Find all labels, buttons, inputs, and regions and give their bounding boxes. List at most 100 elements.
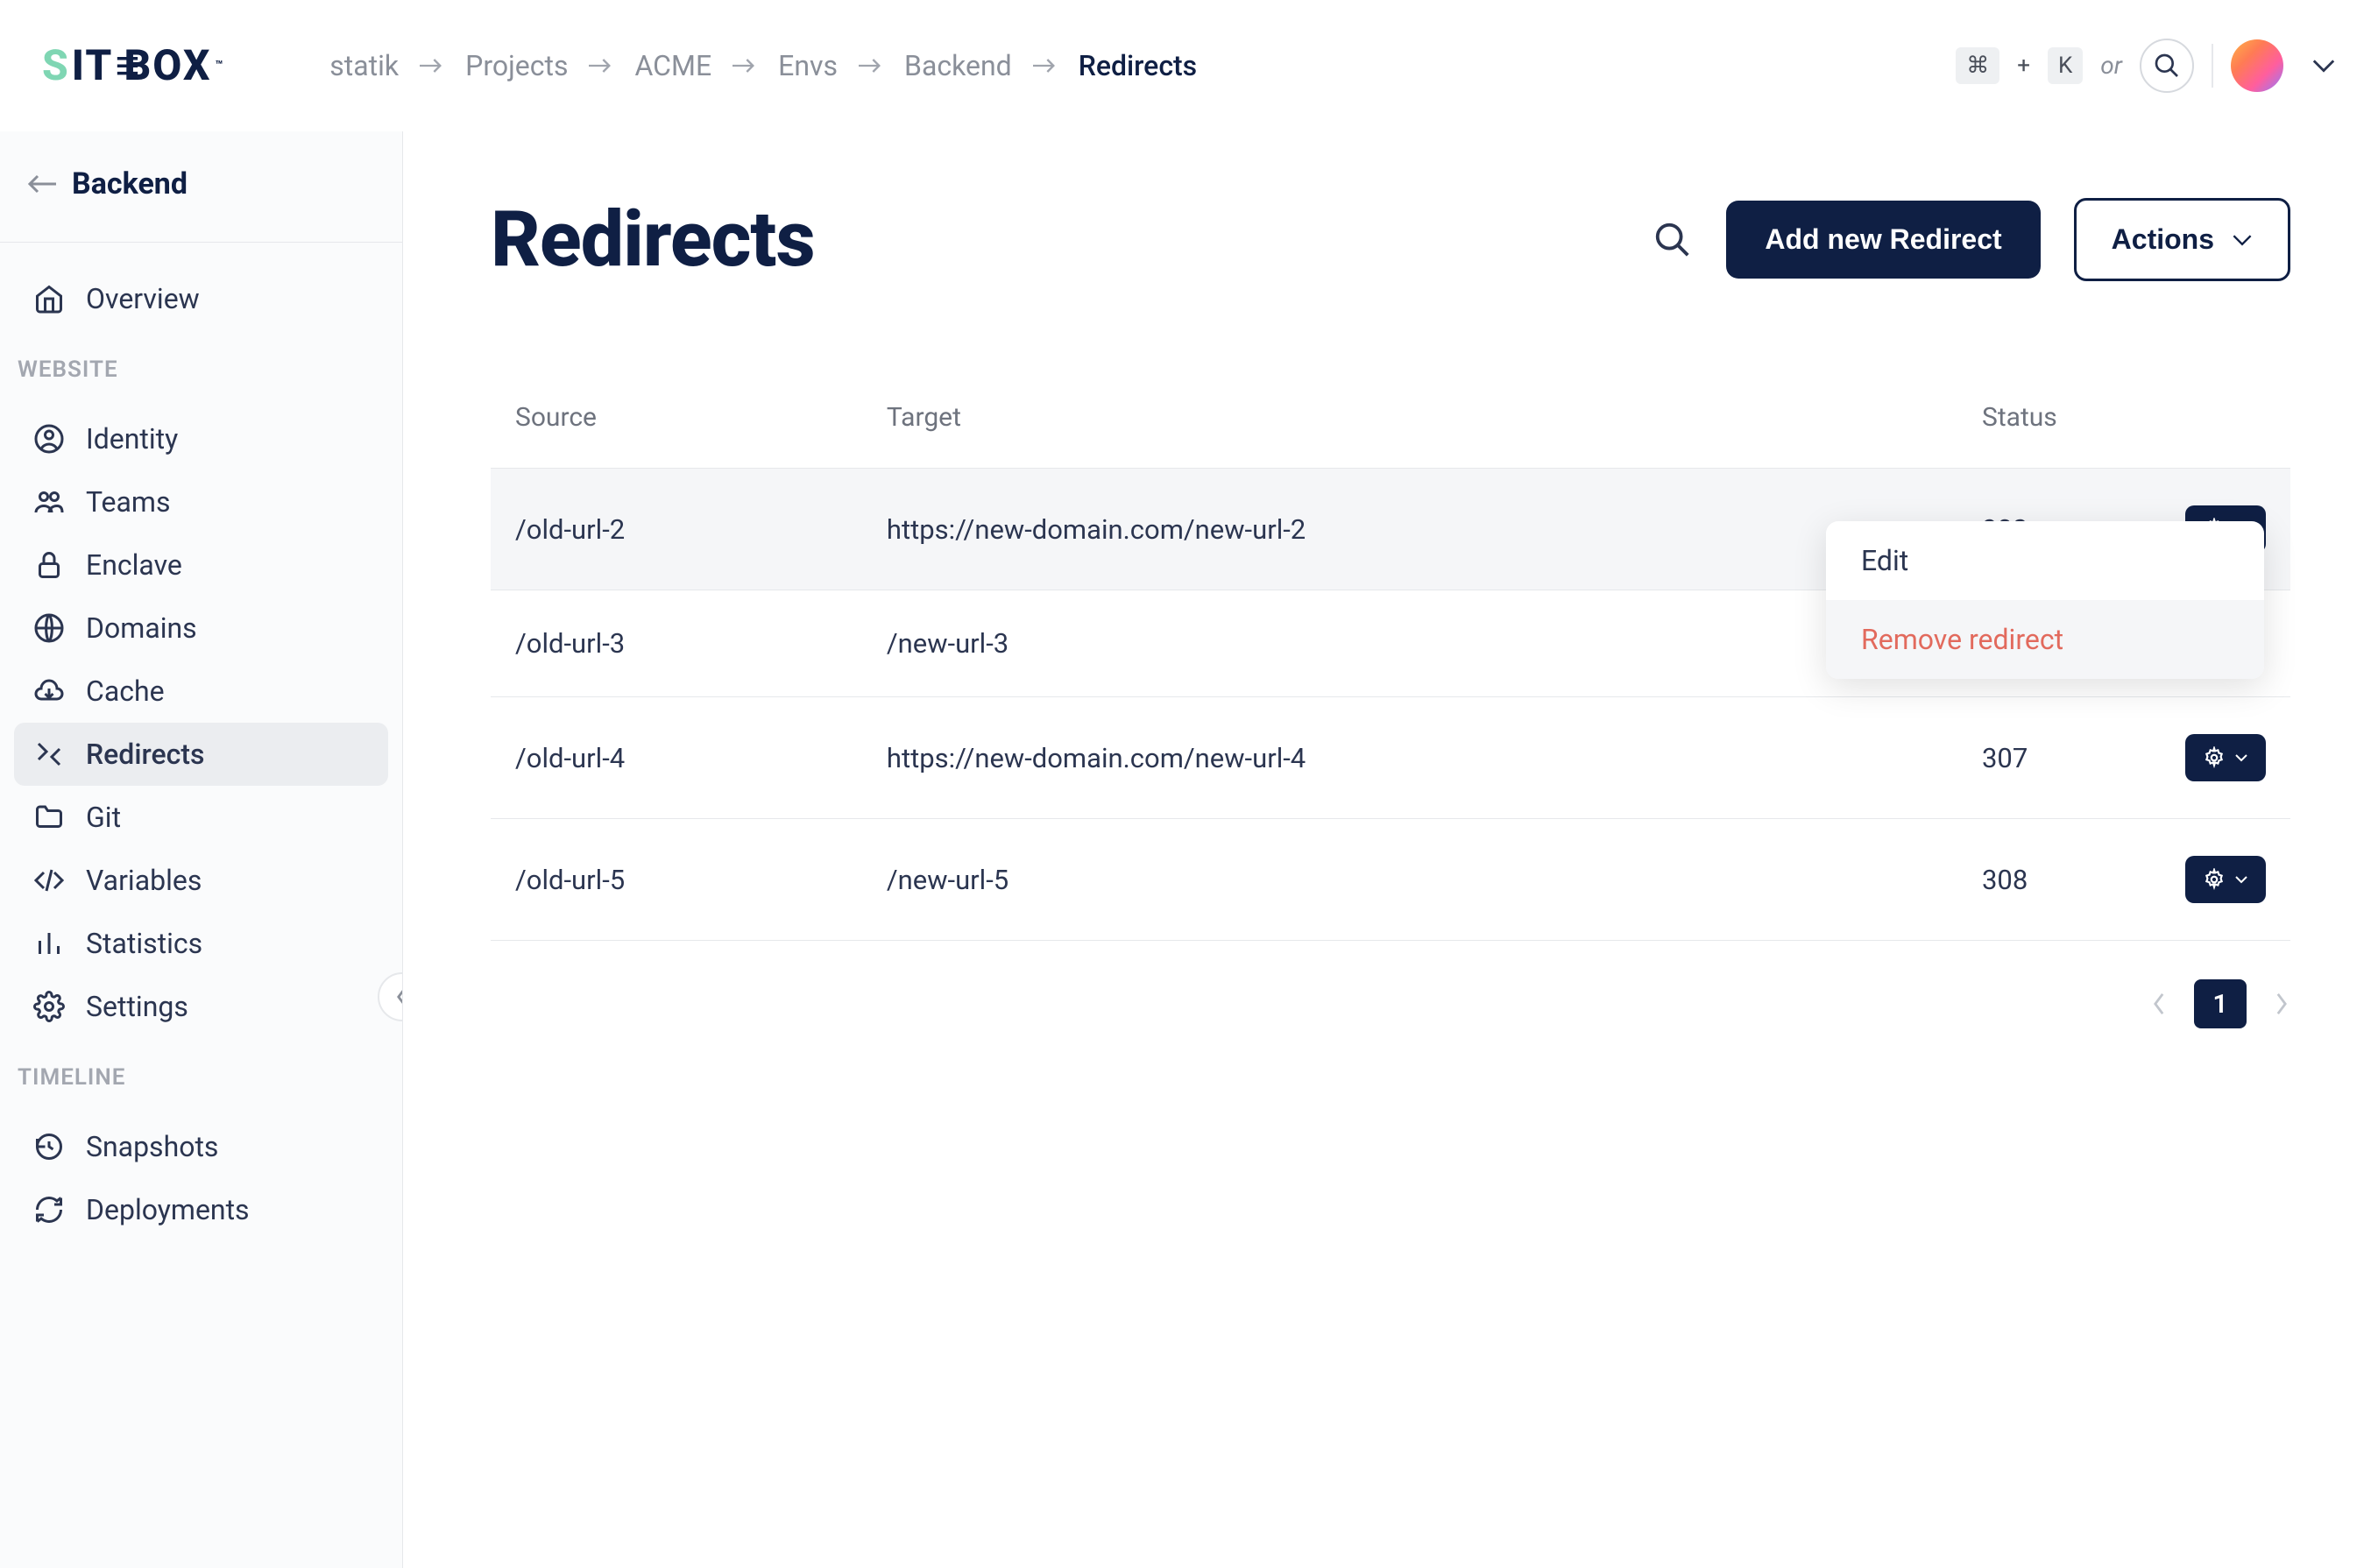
nav-git[interactable]: Git bbox=[14, 786, 388, 849]
chevron-left-icon bbox=[393, 985, 403, 1009]
nav-deployments[interactable]: Deployments bbox=[14, 1178, 388, 1241]
dropdown-edit[interactable]: Edit bbox=[1826, 521, 2264, 600]
bar-chart-icon bbox=[32, 926, 67, 961]
logo-text-e: ≡ bbox=[115, 40, 122, 90]
nav-teams[interactable]: Teams bbox=[14, 470, 388, 533]
page-number-current[interactable]: 1 bbox=[2194, 979, 2247, 1028]
logo-tm: ™ bbox=[215, 59, 224, 73]
logo-text-box: BOX bbox=[124, 40, 211, 90]
breadcrumb-item-redirects[interactable]: Redirects bbox=[1079, 49, 1197, 82]
gear-icon bbox=[2203, 746, 2226, 769]
cloud-download-icon bbox=[32, 674, 67, 709]
col-actions bbox=[2133, 381, 2290, 469]
code-icon bbox=[32, 863, 67, 898]
breadcrumb-item-backend[interactable]: Backend bbox=[904, 49, 1012, 82]
gear-icon bbox=[32, 989, 67, 1024]
dropdown-remove[interactable]: Remove redirect bbox=[1826, 600, 2264, 679]
refresh-icon bbox=[32, 1192, 67, 1227]
col-status: Status bbox=[1957, 381, 2133, 469]
nav-label: Deployments bbox=[86, 1193, 250, 1226]
nav-domains[interactable]: Domains bbox=[14, 597, 388, 660]
chevron-down-icon bbox=[2232, 233, 2253, 247]
nav-label: Identity bbox=[86, 422, 178, 456]
or-text: or bbox=[2100, 51, 2122, 80]
nav-identity[interactable]: Identity bbox=[14, 407, 388, 470]
cell-source: /old-url-5 bbox=[491, 819, 862, 941]
nav-cache[interactable]: Cache bbox=[14, 660, 388, 723]
search-icon[interactable] bbox=[1653, 220, 1693, 260]
row-action-dropdown: Edit Remove redirect bbox=[1826, 521, 2264, 679]
row-action-button[interactable] bbox=[2185, 856, 2266, 903]
arrow-right-icon bbox=[589, 57, 613, 74]
search-button[interactable] bbox=[2140, 39, 2194, 93]
globe-icon bbox=[32, 611, 67, 646]
nav-label: Teams bbox=[86, 485, 171, 519]
nav-overview[interactable]: Overview bbox=[14, 267, 388, 330]
table-row[interactable]: /old-url-5 /new-url-5 308 bbox=[491, 819, 2290, 941]
cell-target: /new-url-3 bbox=[862, 590, 1957, 697]
pagination: 1 bbox=[491, 979, 2290, 1028]
nav-label: Enclave bbox=[86, 548, 182, 582]
breadcrumb-item-statik[interactable]: statik bbox=[329, 49, 399, 82]
cell-status: 308 bbox=[1957, 819, 2133, 941]
plus-sign: + bbox=[2017, 53, 2030, 79]
nav-variables[interactable]: Variables bbox=[14, 849, 388, 912]
nav-section-timeline: TIMELINE bbox=[14, 1038, 388, 1115]
nav-label: Git bbox=[86, 801, 121, 834]
main-content: Redirects Add new Redirect Actions Sourc… bbox=[403, 131, 2378, 1568]
breadcrumb-item-envs[interactable]: Envs bbox=[778, 49, 838, 82]
add-redirect-button[interactable]: Add new Redirect bbox=[1726, 201, 2040, 279]
nav-label: Redirects bbox=[86, 738, 204, 771]
cell-status: 307 bbox=[1957, 697, 2133, 819]
chevron-down-icon bbox=[2234, 874, 2248, 885]
row-action-button[interactable] bbox=[2185, 734, 2266, 781]
avatar[interactable] bbox=[2231, 39, 2283, 92]
nav-label: Variables bbox=[86, 864, 202, 897]
nav-redirects[interactable]: Redirects bbox=[14, 723, 388, 786]
table-row[interactable]: /old-url-4 https://new-domain.com/new-ur… bbox=[491, 697, 2290, 819]
nav-snapshots[interactable]: Snapshots bbox=[14, 1115, 388, 1178]
nav-label: Cache bbox=[86, 675, 165, 708]
chevron-left-icon[interactable] bbox=[2150, 992, 2168, 1016]
nav-label: Snapshots bbox=[86, 1130, 218, 1163]
arrow-right-icon bbox=[420, 57, 444, 74]
breadcrumb: statik Projects ACME Envs Backend Redire… bbox=[329, 49, 1197, 82]
sidebar-title: Backend bbox=[72, 166, 188, 201]
arrow-right-icon bbox=[733, 57, 757, 74]
page-title: Redirects bbox=[491, 194, 815, 285]
cell-target: https://new-domain.com/new-url-4 bbox=[862, 697, 1957, 819]
sidebar-back[interactable]: Backend bbox=[0, 131, 402, 243]
arrow-right-icon bbox=[1033, 57, 1058, 74]
top-header: SIT≡BOX™ statik Projects ACME Envs Backe… bbox=[0, 0, 2378, 131]
user-circle-icon bbox=[32, 421, 67, 456]
nav-statistics[interactable]: Statistics bbox=[14, 912, 388, 975]
actions-button-label: Actions bbox=[2112, 223, 2214, 256]
col-target: Target bbox=[862, 381, 1957, 469]
cell-target: https://new-domain.com/new-url-2 bbox=[862, 469, 1957, 590]
actions-button[interactable]: Actions bbox=[2074, 198, 2290, 281]
nav-label: Domains bbox=[86, 611, 197, 645]
breadcrumb-item-acme[interactable]: ACME bbox=[634, 49, 711, 82]
chevron-right-icon[interactable] bbox=[2273, 992, 2290, 1016]
cell-source: /old-url-3 bbox=[491, 590, 862, 697]
arrow-right-icon bbox=[859, 57, 883, 74]
lock-icon bbox=[32, 547, 67, 583]
nav-section-website: WEBSITE bbox=[14, 330, 388, 407]
k-key-hint: K bbox=[2048, 47, 2083, 84]
users-icon bbox=[32, 484, 67, 519]
cell-source: /old-url-2 bbox=[491, 469, 862, 590]
breadcrumb-item-projects[interactable]: Projects bbox=[465, 49, 568, 82]
logo[interactable]: SIT≡BOX™ bbox=[42, 40, 224, 90]
chevron-down-icon[interactable] bbox=[2311, 58, 2336, 74]
header-divider bbox=[2212, 44, 2213, 88]
folder-icon bbox=[32, 800, 67, 835]
nav-settings[interactable]: Settings bbox=[14, 975, 388, 1038]
chevron-down-icon bbox=[2234, 752, 2248, 763]
logo-text-s: S bbox=[42, 40, 70, 90]
nav-enclave[interactable]: Enclave bbox=[14, 533, 388, 597]
home-icon bbox=[32, 281, 67, 316]
search-icon bbox=[2153, 52, 2181, 80]
col-source: Source bbox=[491, 381, 862, 469]
cell-target: /new-url-5 bbox=[862, 819, 1957, 941]
sidebar: Backend Overview WEBSITE Identity Teams bbox=[0, 131, 403, 1568]
